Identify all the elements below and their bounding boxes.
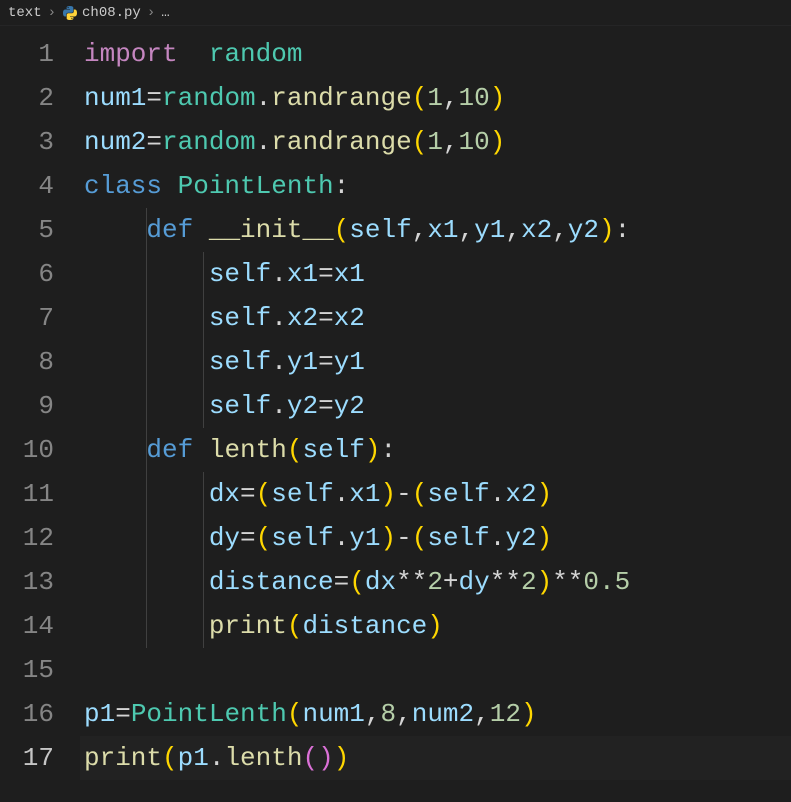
breadcrumb-file[interactable]: ch08.py (62, 5, 141, 21)
line-number[interactable]: 12 (0, 516, 54, 560)
code-area[interactable]: import random num1=random.randrange(1,10… (80, 32, 791, 802)
code-line[interactable]: import random (80, 32, 791, 76)
code-line[interactable] (80, 648, 791, 692)
code-line[interactable]: class PointLenth: (80, 164, 791, 208)
code-line[interactable]: print(p1.lenth()) (80, 736, 791, 780)
variable: num2 (84, 127, 146, 157)
chevron-right-icon: › (147, 5, 155, 21)
line-number[interactable]: 17 (0, 736, 54, 780)
code-line[interactable]: dx=(self.x1)-(self.x2) (80, 472, 791, 516)
breadcrumb-folder[interactable]: text (8, 5, 42, 21)
keyword: class (84, 171, 162, 201)
breadcrumb-bar: text › ch08.py › … (0, 0, 791, 26)
code-line[interactable]: def lenth(self): (80, 428, 791, 472)
code-line[interactable]: distance=(dx**2+dy**2)**0.5 (80, 560, 791, 604)
line-number[interactable]: 15 (0, 648, 54, 692)
code-line[interactable]: p1=PointLenth(num1,8,num2,12) (80, 692, 791, 736)
code-line[interactable]: def __init__(self,x1,y1,x2,y2): (80, 208, 791, 252)
python-file-icon (62, 5, 78, 21)
line-number[interactable]: 5 (0, 208, 54, 252)
line-number[interactable]: 4 (0, 164, 54, 208)
keyword: def (146, 435, 193, 465)
line-number[interactable]: 11 (0, 472, 54, 516)
line-number[interactable]: 2 (0, 76, 54, 120)
class-name: PointLenth (178, 171, 334, 201)
code-line[interactable]: num1=random.randrange(1,10) (80, 76, 791, 120)
line-number[interactable]: 3 (0, 120, 54, 164)
function-name: __init__ (209, 215, 334, 245)
line-number[interactable]: 14 (0, 604, 54, 648)
function-name: lenth (209, 435, 287, 465)
editor[interactable]: 1 2 3 4 5 6 7 8 9 10 11 12 13 14 15 16 1… (0, 26, 791, 802)
code-line[interactable]: num2=random.randrange(1,10) (80, 120, 791, 164)
chevron-right-icon: › (48, 5, 56, 21)
keyword: import (84, 39, 178, 69)
line-number[interactable]: 13 (0, 560, 54, 604)
code-line[interactable]: self.x1=x1 (80, 252, 791, 296)
variable: num1 (84, 83, 146, 113)
breadcrumb-symbol[interactable]: … (161, 5, 169, 21)
breadcrumb-folder-label: text (8, 5, 42, 21)
code-line[interactable]: dy=(self.y1)-(self.y2) (80, 516, 791, 560)
code-line[interactable]: self.x2=x2 (80, 296, 791, 340)
code-line[interactable]: self.y2=y2 (80, 384, 791, 428)
module: random (209, 39, 303, 69)
line-number[interactable]: 16 (0, 692, 54, 736)
line-number[interactable]: 1 (0, 32, 54, 76)
line-number-gutter: 1 2 3 4 5 6 7 8 9 10 11 12 13 14 15 16 1… (0, 32, 80, 802)
line-number[interactable]: 9 (0, 384, 54, 428)
code-line[interactable]: print(distance) (80, 604, 791, 648)
keyword: def (146, 215, 193, 245)
line-number[interactable]: 10 (0, 428, 54, 472)
breadcrumb-symbol-label: … (161, 5, 169, 21)
code-line[interactable]: self.y1=y1 (80, 340, 791, 384)
line-number[interactable]: 6 (0, 252, 54, 296)
line-number[interactable]: 8 (0, 340, 54, 384)
line-number[interactable]: 7 (0, 296, 54, 340)
breadcrumb-file-label: ch08.py (82, 5, 141, 21)
